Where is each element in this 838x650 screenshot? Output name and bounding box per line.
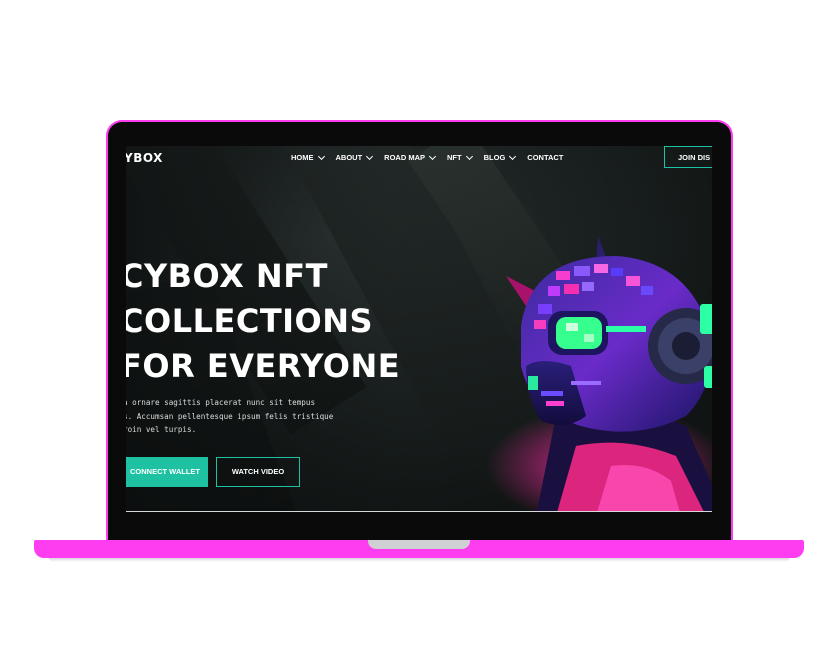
cyber-robot-illustration <box>486 236 712 512</box>
hero-title-line: CYBOX NFT <box>126 257 328 295</box>
hero-title-line: COLLECTIONS <box>126 302 374 340</box>
nav-item-about[interactable]: ABOUT <box>335 152 374 162</box>
nav-item-nft[interactable]: NFT <box>447 152 473 162</box>
screen-edge <box>126 511 712 512</box>
nav-item-label: NFT <box>447 153 462 162</box>
chevron-down-icon <box>428 152 437 160</box>
hero-description-line: roin vel turpis. <box>126 425 197 434</box>
nav-item-road-map[interactable]: ROAD MAP <box>384 152 437 162</box>
nav-item-label: ROAD MAP <box>384 153 426 162</box>
laptop-screen: YBOX HOME ABOUT ROAD MAP NFT BLOG CONTAC… <box>126 146 712 512</box>
hero-title-line: FOR EVERYONE <box>126 347 401 385</box>
hero-description-line: s. Accumsan pellentesque ipsum felis tri… <box>126 411 334 421</box>
watch-video-button[interactable]: WATCH VIDEO <box>216 457 300 487</box>
nav-item-contact[interactable]: CONTACT <box>527 153 563 162</box>
chevron-down-icon <box>366 152 374 160</box>
connect-wallet-button[interactable]: CONNECT WALLET <box>126 457 208 487</box>
nav-item-label: CONTACT <box>527 153 564 162</box>
top-navigation: YBOX HOME ABOUT ROAD MAP NFT BLOG CONTAC… <box>126 146 712 170</box>
chevron-down-icon <box>465 152 473 160</box>
nav-item-label: BLOG <box>483 153 506 162</box>
nav-item-blog[interactable]: BLOG <box>483 152 517 162</box>
nav-menu: HOME ABOUT ROAD MAP NFT BLOG CONTACT <box>291 152 575 162</box>
nav-item-label: HOME <box>291 153 314 162</box>
hero-title: CYBOX NFT COLLECTIONS FOR EVERYONE <box>126 254 400 389</box>
hero-description-line: a ornare sagittis placerat nunc sit temp… <box>126 398 316 407</box>
chevron-down-icon <box>317 152 325 160</box>
nav-item-label: ABOUT <box>335 153 363 162</box>
nav-item-home[interactable]: HOME <box>291 152 325 162</box>
join-discord-button[interactable]: JOIN DIS <box>664 146 712 168</box>
device-mockup: YBOX HOME ABOUT ROAD MAP NFT BLOG CONTAC… <box>0 0 838 650</box>
hero-description: a ornare sagittis placerat nunc sit temp… <box>126 396 363 437</box>
laptop-notch <box>368 540 470 549</box>
site-logo[interactable]: YBOX <box>126 151 163 165</box>
chevron-down-icon <box>509 152 517 160</box>
